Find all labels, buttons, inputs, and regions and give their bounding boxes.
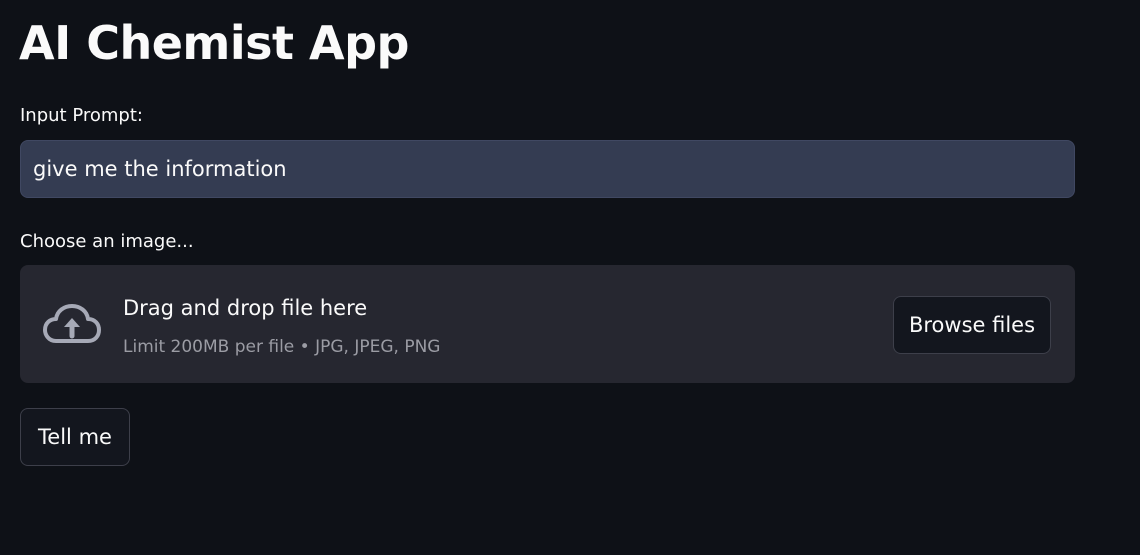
dropzone-title: Drag and drop file here [123, 296, 368, 320]
file-dropzone[interactable]: Drag and drop file here Limit 200MB per … [20, 265, 1075, 383]
tell-me-button[interactable]: Tell me [20, 408, 130, 466]
cloud-upload-icon [42, 303, 102, 345]
page-title: AI Chemist App [19, 16, 409, 70]
prompt-label: Input Prompt: [20, 105, 143, 126]
dropzone-limit-hint: Limit 200MB per file • JPG, JPEG, PNG [123, 337, 441, 357]
prompt-input[interactable]: give me the information [20, 140, 1075, 198]
app-container: AI Chemist App Input Prompt: give me the… [0, 0, 1140, 555]
image-upload-label: Choose an image... [20, 231, 194, 252]
browse-files-button[interactable]: Browse files [893, 296, 1051, 354]
